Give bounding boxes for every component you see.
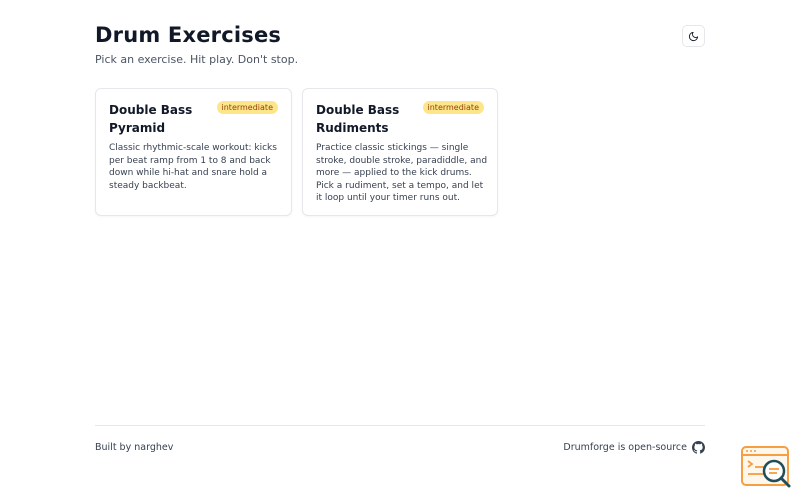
footer-credit: Built by narghev	[95, 442, 174, 453]
page-subtitle: Pick an exercise. Hit play. Don't stop.	[95, 53, 299, 66]
theme-toggle-button[interactable]	[682, 25, 705, 47]
github-icon	[692, 441, 705, 454]
moon-icon	[688, 31, 699, 41]
corner-app-logo-icon	[741, 446, 791, 488]
level-badge: intermediate	[422, 101, 484, 114]
exercise-card-double-bass-rudiments[interactable]: Double Bass Rudiments intermediate Pract…	[302, 88, 498, 216]
page-title: Drum Exercises	[95, 23, 282, 47]
exercise-card-double-bass-pyramid[interactable]: Double Bass Pyramid intermediate Classic…	[95, 88, 292, 216]
footer-divider	[95, 425, 705, 426]
open-source-link[interactable]: Drumforge is open-source	[563, 441, 705, 454]
level-badge: intermediate	[216, 101, 278, 114]
card-title: Double Bass Pyramid	[109, 103, 193, 135]
card-title: Double Bass Rudiments	[316, 103, 400, 135]
card-description: Practice classic stickings — single stro…	[316, 143, 488, 203]
card-description: Classic rhythmic-scale workout: kicks pe…	[109, 143, 277, 191]
open-source-label: Drumforge is open-source	[563, 442, 687, 453]
